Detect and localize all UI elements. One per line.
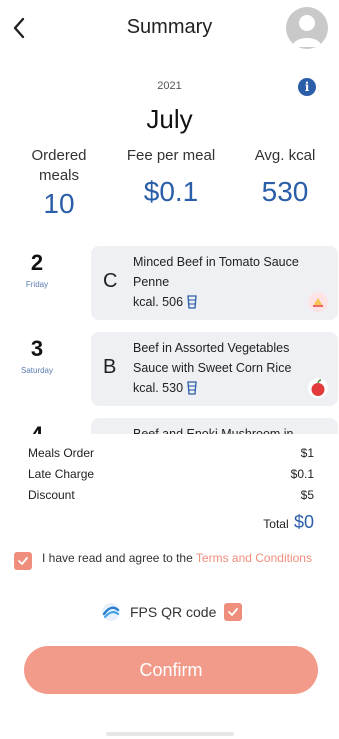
set-letter: C [103, 270, 118, 292]
checkmark-icon [18, 557, 28, 565]
meal-card[interactable]: B Beef in Assorted Vegetables Sauce with… [91, 332, 338, 406]
avatar[interactable] [286, 7, 328, 49]
month-label: July [146, 104, 193, 134]
weekday-label: Friday [25, 280, 49, 289]
year-label: 2021 [157, 80, 182, 92]
terms-prefix: I have read and agree to the [42, 551, 196, 565]
apple-icon [308, 378, 328, 398]
cup-icon [187, 381, 197, 395]
dish-text: Minced Beef in Tomato Sauce Penne kcal. … [133, 252, 333, 312]
stat-value: $0.1 [143, 176, 199, 207]
kcal-value: kcal. 530 [133, 381, 184, 395]
stat-value: 10 [43, 188, 75, 219]
checkmark-icon [228, 608, 239, 616]
stat-label: Avg. kcal [254, 147, 316, 164]
fps-checkbox[interactable] [224, 603, 243, 621]
kcal-line: kcal. 530 [133, 378, 333, 398]
charge-label: Discount [28, 488, 75, 502]
cake-icon [308, 292, 328, 312]
charge-value: $1 [300, 446, 314, 460]
fps-label: FPS QR code [130, 604, 217, 620]
dish-line: Sauce with Sweet Corn Rice [133, 361, 292, 375]
dish-line: Minced Beef in Tomato Sauce [133, 255, 299, 269]
dish-line: Beef in Assorted Vegetables [133, 341, 290, 355]
meal-date: 4 [8, 422, 66, 434]
dish-line: Beef and Enoki Mushroom in [133, 427, 294, 434]
day-number: 2 [30, 250, 44, 275]
header-bar: Summary [0, 0, 339, 58]
charge-row: Meals Order $1 [28, 446, 314, 467]
meal-date: 3 Saturday [8, 336, 66, 375]
info-icon[interactable]: i [298, 78, 316, 96]
dish-text: Beef in Assorted Vegetables Sauce with S… [133, 338, 333, 398]
meal-card[interactable]: C Minced Beef in Tomato Sauce Penne kcal… [91, 246, 338, 320]
stat-fee-per-meal: Fee per meal $0.1 [114, 146, 228, 208]
stat-value: 530 [261, 176, 309, 207]
terms-checkbox[interactable] [14, 552, 32, 570]
terms-agreement: I have read and agree to the Terms and C… [14, 548, 314, 584]
charge-value: $0.1 [290, 467, 314, 481]
meal-list[interactable]: 2 Friday C Minced Beef in Tomato Sauce P… [0, 246, 339, 434]
charge-label: Meals Order [28, 446, 95, 460]
fps-option[interactable]: FPS QR code [100, 600, 243, 624]
meal-row[interactable]: 2 Friday C Minced Beef in Tomato Sauce P… [0, 246, 339, 320]
kcal-line: kcal. 506 [133, 292, 333, 312]
user-icon [292, 15, 322, 47]
dish-text: Beef and Enoki Mushroom in [133, 424, 333, 434]
terms-text: I have read and agree to the Terms and C… [42, 550, 312, 567]
charge-row: Discount $5 [28, 488, 314, 509]
stat-label: Fee per meal [126, 147, 216, 164]
meal-row[interactable]: 4 Beef and Enoki Mushroom in [0, 418, 339, 434]
charge-value: $5 [300, 488, 314, 502]
fps-logo-icon [102, 603, 120, 621]
meal-card[interactable]: Beef and Enoki Mushroom in [91, 418, 338, 434]
confirm-button[interactable]: Confirm [24, 646, 318, 694]
total-row: Total $0 [200, 512, 314, 533]
meal-row[interactable]: 3 Saturday B Beef in Assorted Vegetables… [0, 332, 339, 406]
weekday-label: Saturday [20, 366, 54, 375]
total-value: $0 [293, 512, 314, 532]
charge-label: Late Charge [28, 467, 95, 481]
set-letter: B [103, 356, 117, 378]
cup-icon [187, 295, 197, 309]
kcal-value: kcal. 506 [133, 295, 184, 309]
day-number: 4 [8, 422, 66, 434]
charge-row: Late Charge $0.1 [28, 467, 314, 488]
stat-ordered-meals: Ordered meals 10 [20, 146, 98, 220]
charges-list: Meals Order $1 Late Charge $0.1 Discount… [28, 446, 314, 509]
day-number: 3 [30, 336, 44, 361]
home-indicator [106, 732, 234, 736]
dish-line: Penne [133, 275, 170, 289]
total-label: Total [263, 517, 289, 531]
stat-avg-kcal: Avg. kcal 530 [240, 146, 330, 208]
year-row: 2021 i [0, 78, 339, 98]
stat-label: Ordered meals [31, 147, 87, 184]
meal-date: 2 Friday [8, 250, 66, 289]
terms-link[interactable]: Terms and Conditions [196, 551, 312, 565]
